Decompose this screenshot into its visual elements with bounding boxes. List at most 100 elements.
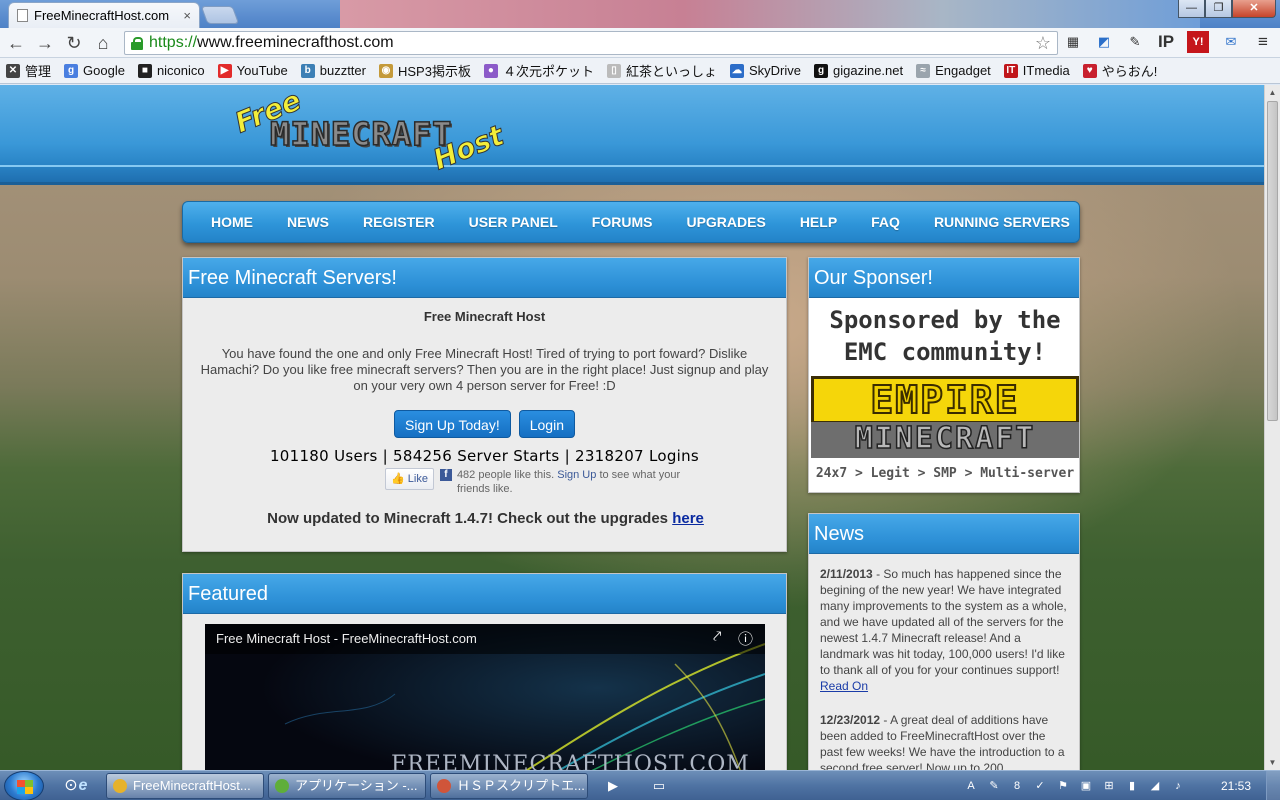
show-desktop-button[interactable] [1266, 771, 1280, 800]
nav-forums[interactable]: FORUMS [592, 214, 653, 230]
start-button[interactable] [4, 771, 44, 800]
taskbar-item-label: FreeMinecraftHost... [133, 778, 251, 793]
upgrades-link[interactable]: here [672, 510, 704, 527]
header-divider [0, 165, 1264, 167]
servers-panel-heading: Free Minecraft Servers! [183, 258, 786, 298]
bookmark-item[interactable]: ≈ Engadget [916, 63, 991, 78]
qr-extension-icon[interactable]: ▦ [1062, 31, 1084, 53]
news-item: 12/23/2012 - A great deal of additions h… [820, 712, 1068, 770]
login-button[interactable]: Login [518, 410, 575, 438]
bookmark-label: 管理 [25, 64, 52, 79]
close-window-button[interactable]: ✕ [1232, 0, 1276, 18]
url-host: www.freeminecrafthost.com [197, 34, 394, 51]
scroll-up-icon[interactable]: ▲ [1265, 85, 1280, 100]
tray-icon[interactable]: ✎ [985, 777, 1003, 795]
scroll-down-icon[interactable]: ▼ [1265, 755, 1280, 770]
bookmark-item[interactable]: ♥ やらおん! [1082, 61, 1158, 80]
taskbar-item-label: アプリケーション -... [295, 778, 418, 793]
yahoo-login-extension-icon[interactable]: Y! [1187, 31, 1209, 53]
taskbar-item-chrome[interactable]: FreeMinecraftHost... [106, 773, 264, 799]
taskbar-item-hsp-editor[interactable]: ＨＳＰスクリプトエ... [430, 773, 588, 799]
nav-help[interactable]: HELP [800, 214, 837, 230]
browser-tab[interactable]: FreeMinecraftHost.com × [8, 2, 200, 28]
tray-icon[interactable]: 8 [1008, 777, 1026, 795]
tray-icon[interactable]: ◢ [1146, 777, 1164, 795]
forward-button[interactable]: → [33, 31, 57, 55]
taskbar-item-label: ＨＳＰスクリプトエ... [457, 778, 585, 793]
bookmark-label: Engadget [935, 63, 991, 78]
info-icon[interactable]: ⓘ [738, 628, 753, 649]
bookmark-star-icon[interactable]: ☆ [1035, 32, 1051, 54]
bookmark-item[interactable]: g gigazine.net [814, 63, 903, 78]
servers-panel-body: You have found the one and only Free Min… [200, 346, 769, 393]
bookmark-item[interactable]: ▯ 紅茶といっしょ [606, 61, 717, 80]
video-player[interactable]: Free Minecraft Host - FreeMinecraftHost.… [205, 624, 765, 770]
nav-user-panel[interactable]: USER PANEL [469, 214, 558, 230]
chrome-icon [113, 779, 127, 793]
signup-button[interactable]: Sign Up Today! [394, 410, 511, 438]
nav-running-servers[interactable]: RUNNING SERVERS [934, 214, 1070, 230]
news-date: 2/11/2013 [820, 567, 873, 581]
media-icon[interactable]: ▶ [594, 774, 632, 798]
taskbar-clock[interactable]: 21:53 [1213, 771, 1259, 800]
tray-icon[interactable]: ♪ [1169, 777, 1187, 795]
bookmark-item[interactable]: g Google [64, 63, 125, 78]
like-signup-link[interactable]: Sign Up [557, 469, 596, 481]
tray-icon[interactable]: ▣ [1077, 777, 1095, 795]
nav-faq[interactable]: FAQ [871, 214, 900, 230]
eyedropper-extension-icon[interactable]: ✎ [1124, 31, 1146, 53]
nav-news[interactable]: NEWS [287, 214, 329, 230]
new-tab-button[interactable] [200, 6, 240, 24]
bookmark-item[interactable]: b buzztter [300, 63, 366, 78]
internet-explorer-pinned-icon[interactable]: e [64, 774, 102, 798]
bookmark-item[interactable]: ✕ 管理 [6, 61, 51, 80]
ip-extension-icon[interactable]: IP [1155, 31, 1177, 53]
bookmark-item[interactable]: ▶ YouTube [217, 63, 288, 78]
yaraon-icon: ♥ [1082, 63, 1097, 78]
bookmark-item[interactable]: ● ４次元ポケット [483, 61, 594, 80]
tray-icon[interactable]: ⊞ [1100, 777, 1118, 795]
taskbar-item-applications[interactable]: アプリケーション -... [268, 773, 426, 799]
nav-upgrades[interactable]: UPGRADES [686, 214, 765, 230]
share-icon[interactable]: ⤤ [713, 628, 721, 645]
minimize-button[interactable]: — [1178, 0, 1205, 18]
tray-icon[interactable]: ✓ [1031, 777, 1049, 795]
reload-button[interactable]: ↻ [62, 31, 86, 55]
page-scrollbar[interactable]: ▲ ▼ [1264, 85, 1280, 770]
video-title[interactable]: Free Minecraft Host - FreeMinecraftHost.… [216, 631, 477, 646]
bookmark-item[interactable]: ■ niconico [137, 63, 205, 78]
nav-home[interactable]: HOME [211, 214, 253, 230]
windows-logo-icon [17, 780, 33, 794]
bookmark-item[interactable]: ◉ HSP3掲示板 [378, 61, 471, 80]
bookmark-label: SkyDrive [748, 63, 801, 78]
mail-extension-icon[interactable]: ✉ [1220, 31, 1242, 53]
tab-close-icon[interactable]: × [183, 8, 191, 23]
bookmark-label: gigazine.net [833, 63, 904, 78]
tray-icon[interactable]: A [962, 777, 980, 795]
window-icon[interactable]: ▭ [640, 774, 678, 798]
bookmark-label: やらおん! [1101, 64, 1158, 79]
bookmark-item[interactable]: IT ITmedia [1003, 63, 1070, 78]
back-button[interactable]: ← [4, 31, 28, 55]
featured-panel-heading: Featured [183, 574, 786, 614]
app-icon [275, 779, 289, 793]
browser-toolbar: ← → ↻ ⌂ https:// www.freeminecrafthost.c… [0, 28, 1280, 58]
empire-logo-text: EMPIRE [811, 376, 1079, 424]
tray-icon[interactable]: ⚑ [1054, 777, 1072, 795]
address-bar[interactable]: https:// www.freeminecrafthost.com ☆ [124, 31, 1058, 55]
read-on-link[interactable]: Read On [820, 679, 868, 693]
bookmark-item[interactable]: ☁ SkyDrive [729, 63, 801, 78]
pocket-icon: ● [483, 63, 498, 78]
facebook-like-button[interactable]: 👍 Like [385, 468, 434, 490]
sponsor-banner[interactable]: Sponsored by the EMC community! EMPIRE M… [809, 298, 1079, 492]
extension-icon-blue[interactable]: ◩ [1093, 31, 1115, 53]
niconico-icon: ■ [137, 63, 152, 78]
scroll-thumb[interactable] [1267, 101, 1278, 421]
chrome-menu-icon[interactable]: ≡ [1252, 31, 1274, 53]
site-logo[interactable]: Free MINECRAFT Host [230, 85, 532, 185]
home-button[interactable]: ⌂ [91, 31, 115, 55]
tray-icon[interactable]: ▮ [1123, 777, 1141, 795]
nav-register[interactable]: REGISTER [363, 214, 435, 230]
bookmark-label: niconico [156, 63, 205, 78]
maximize-button[interactable]: ❐ [1205, 0, 1232, 18]
